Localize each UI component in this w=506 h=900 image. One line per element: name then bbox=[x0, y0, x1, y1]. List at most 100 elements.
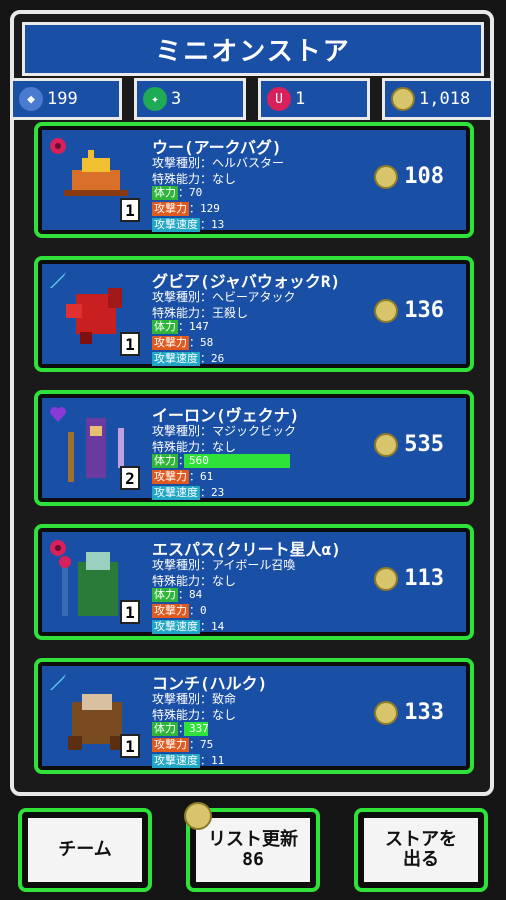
hp-stat: 体力 ：560 bbox=[152, 454, 209, 468]
speed-label: 攻撃速度 bbox=[152, 218, 200, 232]
special-ability: 特殊能力：なし bbox=[152, 172, 237, 186]
minion-list[interactable]: 1 ウー(アークバグ) 攻撃種別：ヘルバスター 特殊能力：なし 体力 ：70 攻撃… bbox=[22, 122, 484, 784]
attack-value: ：58 bbox=[189, 336, 214, 349]
sword-icon bbox=[50, 272, 66, 288]
attack-stat: 攻撃力 ：0 bbox=[152, 604, 207, 618]
refresh-label: リスト更新 bbox=[208, 829, 298, 850]
red-gem-icon: U bbox=[267, 87, 291, 111]
currency-shield: ◆ 199 bbox=[10, 78, 122, 120]
exit-label-line1: ストアを bbox=[385, 829, 457, 850]
special-ability: 特殊能力：なし bbox=[152, 574, 237, 588]
attack-label: 攻撃力 bbox=[152, 604, 189, 618]
hp-stat: 体力 ：70 bbox=[152, 186, 202, 200]
price-value: 108 bbox=[404, 164, 444, 189]
minion-card[interactable]: 1 グビア(ジャバウォックR) 攻撃種別：ヘビーアタック 特殊能力：王殺し 体力… bbox=[34, 256, 474, 372]
hp-stat: 体力 ：337 bbox=[152, 722, 209, 736]
currency-red-gem: U 1 bbox=[258, 78, 370, 120]
attack-stat: 攻撃力 ：61 bbox=[152, 470, 213, 484]
hp-label: 体力 bbox=[152, 722, 178, 736]
speed-value: ：13 bbox=[200, 218, 225, 231]
coin-icon bbox=[374, 432, 399, 457]
hp-value: ：70 bbox=[178, 186, 203, 199]
level-badge: 1 bbox=[120, 600, 140, 624]
special-ability: 特殊能力：なし bbox=[152, 440, 237, 454]
hp-label: 体力 bbox=[152, 454, 178, 468]
green-gem-icon: ✦ bbox=[143, 87, 167, 111]
exit-store-button[interactable]: ストアを 出る bbox=[354, 808, 488, 892]
hp-label: 体力 bbox=[152, 588, 178, 602]
attack-stat: 攻撃力 ：58 bbox=[152, 336, 213, 350]
level-badge: 2 bbox=[120, 466, 140, 490]
speed-label: 攻撃速度 bbox=[152, 352, 200, 366]
attack-type: 攻撃種別：アイボール召喚 bbox=[152, 558, 296, 572]
price: 136 bbox=[374, 298, 444, 323]
flower-icon bbox=[50, 138, 66, 154]
attack-label: 攻撃力 bbox=[152, 470, 189, 484]
attack-value: ：129 bbox=[189, 202, 220, 215]
price: 113 bbox=[374, 566, 444, 591]
minion-card[interactable]: 1 コンチ(ハルク) 攻撃種別：致命 特殊能力：なし 体力 ：337 攻撃力 ：75… bbox=[34, 658, 474, 774]
price-value: 113 bbox=[404, 566, 444, 591]
sword-icon bbox=[50, 674, 66, 690]
price-value: 136 bbox=[404, 298, 444, 323]
team-button-label: チーム bbox=[28, 818, 142, 882]
speed-label: 攻撃速度 bbox=[152, 486, 200, 500]
price-value: 535 bbox=[404, 432, 444, 457]
attack-label: 攻撃力 bbox=[152, 202, 189, 216]
coin-icon bbox=[374, 298, 399, 323]
minion-card[interactable]: 2 イーロン(ヴェクナ) 攻撃種別：マジックビック 特殊能力：なし 体力 ：560… bbox=[34, 390, 474, 506]
price-value: 133 bbox=[404, 700, 444, 725]
coin-icon bbox=[391, 87, 415, 111]
speed-value: ：23 bbox=[200, 486, 225, 499]
team-button[interactable]: チーム bbox=[18, 808, 152, 892]
speed-label: 攻撃速度 bbox=[152, 754, 200, 768]
attack-value: ：61 bbox=[189, 470, 214, 483]
level-badge: 1 bbox=[120, 332, 140, 356]
speed-stat: 攻撃速度 ：14 bbox=[152, 620, 224, 634]
currency-value: 1 bbox=[295, 89, 306, 109]
minion-card[interactable]: 1 ウー(アークバグ) 攻撃種別：ヘルバスター 特殊能力：なし 体力 ：70 攻撃… bbox=[34, 122, 474, 238]
currency-green-gem: ✦ 3 bbox=[134, 78, 246, 120]
attack-stat: 攻撃力 ：75 bbox=[152, 738, 213, 752]
refresh-button-label: リスト更新 86 bbox=[196, 818, 310, 882]
speed-value: ：26 bbox=[200, 352, 225, 365]
coin-icon bbox=[374, 164, 399, 189]
hp-value: ：560 bbox=[178, 454, 209, 467]
flower-icon bbox=[50, 540, 66, 556]
price: 133 bbox=[374, 700, 444, 725]
attack-stat: 攻撃力 ：129 bbox=[152, 202, 220, 216]
currency-coin: 1,018 bbox=[382, 78, 494, 120]
hp-value: ：147 bbox=[178, 320, 209, 333]
attack-label: 攻撃力 bbox=[152, 738, 189, 752]
speed-value: ：14 bbox=[200, 620, 225, 633]
speed-stat: 攻撃速度 ：11 bbox=[152, 754, 224, 768]
hp-value: ：84 bbox=[178, 588, 203, 601]
speed-stat: 攻撃速度 ：13 bbox=[152, 218, 224, 232]
hp-label: 体力 bbox=[152, 320, 178, 334]
speed-stat: 攻撃速度 ：23 bbox=[152, 486, 224, 500]
attack-type: 攻撃種別：マジックビック bbox=[152, 424, 297, 438]
speed-label: 攻撃速度 bbox=[152, 620, 200, 634]
attack-type: 攻撃種別：致命 bbox=[152, 692, 237, 706]
attack-value: ：0 bbox=[189, 604, 207, 617]
hp-stat: 体力 ：84 bbox=[152, 588, 202, 602]
speed-value: ：11 bbox=[200, 754, 225, 767]
hp-label: 体力 bbox=[152, 186, 178, 200]
shield-icon: ◆ bbox=[19, 87, 43, 111]
exit-button-label: ストアを 出る bbox=[364, 818, 478, 882]
level-badge: 1 bbox=[120, 734, 140, 758]
price: 535 bbox=[374, 432, 444, 457]
speed-stat: 攻撃速度 ：26 bbox=[152, 352, 224, 366]
special-ability: 特殊能力：王殺し bbox=[152, 306, 249, 320]
refresh-cost: 86 bbox=[242, 849, 264, 870]
page-title: ミニオンストア bbox=[22, 22, 484, 76]
coin-icon bbox=[374, 700, 399, 725]
attack-value: ：75 bbox=[189, 738, 214, 751]
currency-value: 3 bbox=[171, 89, 182, 109]
minion-card[interactable]: 1 エスパス(クリート星人α) 攻撃種別：アイボール召喚 特殊能力：なし 体力：… bbox=[34, 524, 474, 640]
coin-icon bbox=[374, 566, 399, 591]
exit-label-line2: 出る bbox=[403, 849, 439, 870]
heart-icon bbox=[50, 407, 66, 422]
price: 108 bbox=[374, 164, 444, 189]
level-badge: 1 bbox=[120, 198, 140, 222]
